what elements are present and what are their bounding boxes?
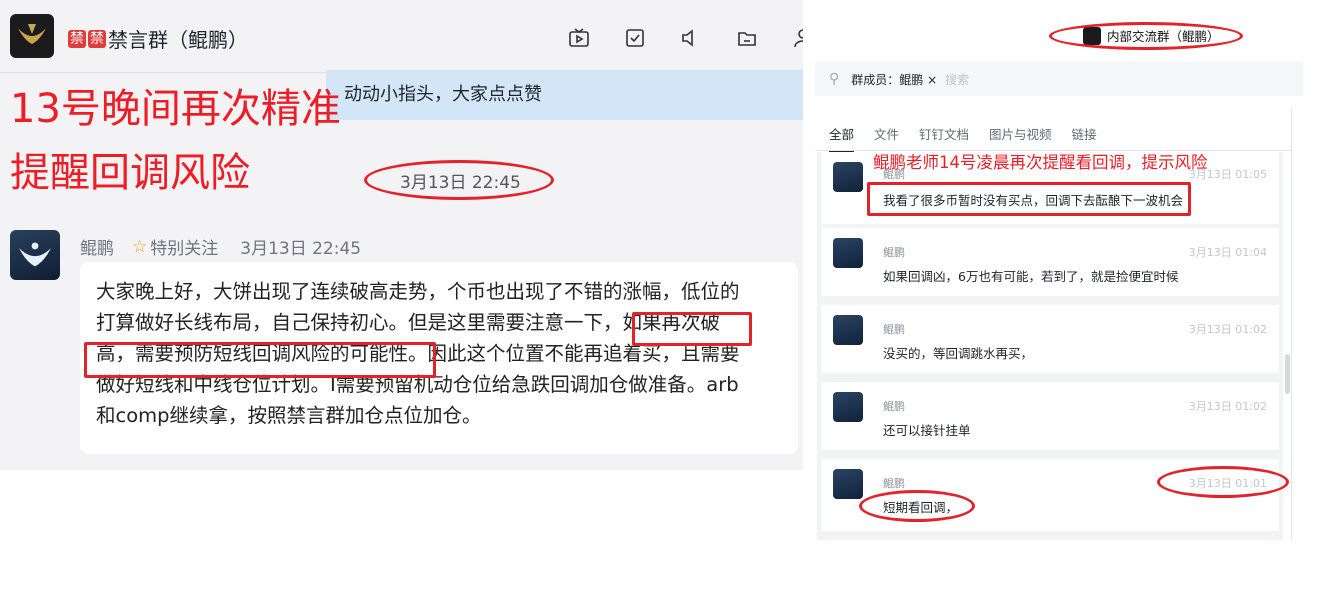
quoted-message: 动动小指头，大家点点赞 — [326, 70, 808, 120]
list-item[interactable]: 鲲鹏 3月13日 01:02 还可以接针挂单 — [821, 382, 1279, 450]
search-bar[interactable]: ⚲ 群成员：鲲鹏 × 搜索 — [815, 62, 1303, 96]
star-icon: ☆ — [132, 236, 148, 257]
group-avatar[interactable] — [10, 14, 54, 58]
highlight-box — [867, 182, 1191, 216]
highlight-box — [84, 342, 436, 378]
chat-header: 禁 禁 禁言群（鲲鹏） — [0, 0, 808, 73]
list-item-sender: 鲲鹏 — [883, 477, 905, 490]
message-sender-line: 鲲鹏 ☆ 特别关注 3月13日 22:45 — [80, 234, 362, 260]
list-item[interactable]: 鲲鹏 3月13日 01:02 没买的，等回调跳水再买， — [821, 305, 1279, 373]
avatar — [833, 162, 863, 192]
group-title: 禁 禁 禁言群（鲲鹏） — [68, 24, 248, 53]
list-item-sender: 鲲鹏 — [883, 323, 905, 336]
avatar — [833, 315, 863, 345]
list-item-sender: 鲲鹏 — [883, 400, 905, 413]
timestamp-circle — [364, 160, 554, 200]
title-circle — [1049, 22, 1243, 50]
member-filter-chip[interactable]: 群成员：鲲鹏 × — [851, 71, 937, 88]
time-circle — [1157, 466, 1289, 498]
ban-badge: 禁 — [88, 29, 106, 48]
list-item-text: 如果回调凶，6万也有可能，若到了，就是捡便宜时候 — [883, 269, 1179, 284]
right-search-panel: 内部交流群（鲲鹏） ⚲ 群成员：鲲鹏 × 搜索 全部 文件 钉钉文档 图片与视频… — [803, 0, 1303, 540]
message-line: 大家晚上好，大饼出现了连续破高走势，个币也出现了不错的涨幅，低位的 — [96, 280, 740, 303]
header-toolbar — [563, 24, 808, 52]
tab-all[interactable]: 全部 — [829, 124, 855, 152]
tab-media[interactable]: 图片与视频 — [989, 124, 1052, 143]
list-item-time: 3月13日 01:02 — [1188, 323, 1267, 336]
speaker-icon[interactable] — [675, 24, 707, 52]
special-follow-tag: ☆ 特别关注 — [132, 234, 219, 260]
search-icon: ⚲ — [829, 71, 840, 87]
tab-docs[interactable]: 钉钉文档 — [919, 124, 969, 143]
list-item-sender: 鲲鹏 — [883, 246, 905, 259]
highlight-box — [632, 312, 752, 346]
search-input[interactable]: 搜索 — [945, 71, 969, 88]
checkbox-icon[interactable] — [619, 24, 651, 52]
list-item[interactable]: 鲲鹏 3月13日 01:04 如果回调凶，6万也有可能，若到了，就是捡便宜时候 — [821, 228, 1279, 296]
sender-name[interactable]: 鲲鹏 — [80, 234, 114, 259]
list-item-text: 没买的，等回调跳水再买， — [883, 346, 1034, 361]
avatar — [833, 238, 863, 268]
annotation-line-2: 提醒回调风险 — [10, 150, 250, 196]
ban-badge: 禁 — [68, 29, 86, 48]
group-name: 禁言群（鲲鹏） — [108, 28, 248, 52]
left-chat-panel: 禁 禁 禁言群（鲲鹏） 动动小指头，大家点点赞 13号晚间再次精准 提醒回调风险… — [0, 0, 808, 470]
tv-icon[interactable] — [563, 24, 595, 52]
quoted-message-text: 动动小指头，大家点点赞 — [344, 84, 542, 105]
special-follow-label: 特别关注 — [150, 239, 219, 259]
right-annotation: 鲲鹏老师14号凌晨再次提醒看回调，提示风险 — [873, 153, 1208, 172]
tab-links[interactable]: 链接 — [1072, 124, 1097, 143]
list-item-time: 3月13日 01:04 — [1188, 246, 1267, 259]
text-circle — [859, 490, 975, 522]
message-time: 3月13日 22:45 — [240, 239, 362, 259]
scrollbar-thumb[interactable] — [1285, 354, 1290, 394]
panel-divider — [1291, 108, 1292, 540]
list-item-text: 还可以接针挂单 — [883, 423, 971, 438]
message-line: 和comp继续拿，按照禁言群加仓点位加仓。 — [96, 404, 482, 427]
annotation-line-1: 13号晚间再次精准 — [10, 86, 341, 132]
tab-files[interactable]: 文件 — [874, 124, 899, 143]
folder-icon[interactable] — [731, 24, 763, 52]
sender-avatar[interactable] — [10, 230, 60, 280]
filter-tabs: 全部 文件 钉钉文档 图片与视频 链接 — [829, 124, 1097, 152]
avatar — [833, 392, 863, 422]
list-item-time: 3月13日 01:02 — [1188, 400, 1267, 413]
avatar — [833, 469, 863, 499]
